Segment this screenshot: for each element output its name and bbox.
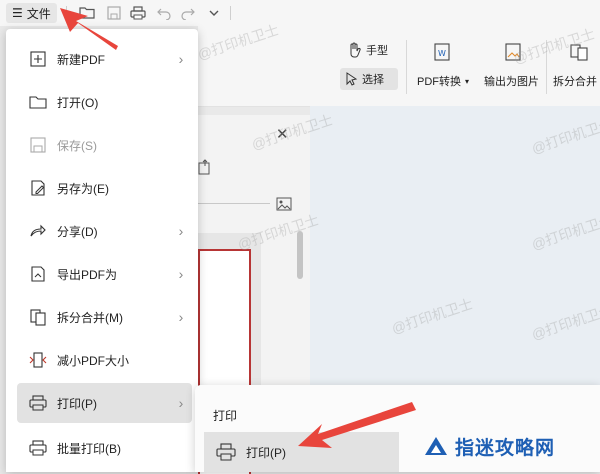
split-merge-icon <box>569 42 589 67</box>
ribbon-divider <box>546 40 547 94</box>
thumbnail-export-icon[interactable] <box>198 159 212 180</box>
export-image-label: 输出为图片 <box>484 76 539 88</box>
logo-text: 指迷攻略网 <box>455 437 556 459</box>
cursor-icon <box>346 72 358 86</box>
toolbar-divider <box>66 6 67 20</box>
menu-item-label: 分享(D) <box>57 224 98 239</box>
submenu-title: 打印 <box>213 409 238 423</box>
file-menu: 新建PDF › 打开(O) 保存(S) 另存为(E) 分享(D) › 导出PDF… <box>6 29 198 472</box>
svg-text:W: W <box>438 49 446 58</box>
folder-icon <box>27 91 49 113</box>
chevron-right-icon: › <box>178 309 184 325</box>
file-menu-label: 文件 <box>26 6 51 21</box>
menu-item-split-merge[interactable]: 拆分合并(M) › <box>17 297 192 337</box>
compress-icon <box>27 349 49 371</box>
redo-icon[interactable] <box>178 3 198 23</box>
ribbon: 手型 选择 W PDF转换 ▾ 输出为图片 拆分合并 <box>198 26 600 107</box>
submenu-item-print[interactable]: 打印(P) <box>204 432 399 472</box>
pane-divider <box>198 203 270 204</box>
menu-item-label: 导出PDF为 <box>57 267 118 282</box>
print-icon <box>216 443 236 461</box>
chevron-right-icon: › <box>178 266 184 282</box>
pdf-convert-label: PDF转换 <box>417 76 461 88</box>
toolbar-divider <box>230 6 231 20</box>
pdf-convert-icon: W <box>432 42 452 67</box>
undo-icon[interactable] <box>154 3 174 23</box>
close-icon[interactable]: ✕ <box>276 125 289 143</box>
export-image-button[interactable]: 输出为图片 <box>484 73 539 89</box>
save-icon <box>27 134 49 156</box>
share-icon <box>27 220 49 242</box>
menu-item-save[interactable]: 保存(S) <box>17 125 192 165</box>
chevron-right-icon: › <box>178 51 184 67</box>
chevron-right-icon: › <box>178 223 184 239</box>
new-pdf-icon <box>27 48 49 70</box>
menu-item-share[interactable]: 分享(D) › <box>17 211 192 251</box>
split-merge-icon <box>27 306 49 328</box>
menu-icon: ☰ <box>12 6 23 20</box>
chevron-down-icon[interactable] <box>204 3 224 23</box>
chevron-down-icon: ▾ <box>465 76 470 86</box>
chevron-right-icon: › <box>178 395 184 411</box>
submenu-item-label: 打印(P) <box>246 445 286 460</box>
export-pdf-icon <box>27 263 49 285</box>
quick-access-toolbar: ☰ 文件 <box>0 0 600 26</box>
logo-mark-icon <box>425 436 447 455</box>
menu-item-label: 批量打印(B) <box>57 441 121 456</box>
menu-item-label: 保存(S) <box>57 138 97 153</box>
hand-icon <box>350 42 361 58</box>
menu-item-new-pdf[interactable]: 新建PDF › <box>17 39 192 79</box>
menu-item-label: 减小PDF大小 <box>57 353 130 368</box>
save-icon[interactable] <box>104 3 124 23</box>
site-logo: 指迷攻略网 <box>423 433 555 460</box>
menu-item-open[interactable]: 打开(O) <box>17 82 192 122</box>
print-submenu: 打印 打印(P) 指迷攻略网 <box>195 385 600 472</box>
menu-item-label: 另存为(E) <box>57 181 109 196</box>
select-tool-label: 选择 <box>362 74 384 86</box>
split-merge-button[interactable]: 拆分合并 <box>553 73 597 89</box>
print-icon <box>27 392 49 414</box>
export-image-icon <box>503 42 523 67</box>
scrollbar-thumb[interactable] <box>297 231 303 279</box>
print-icon[interactable] <box>128 3 148 23</box>
hand-tool-button[interactable]: 手型 <box>346 42 388 58</box>
save-as-icon <box>27 177 49 199</box>
split-merge-label: 拆分合并 <box>553 76 597 88</box>
image-icon[interactable] <box>276 197 292 216</box>
file-menu-button[interactable]: ☰ 文件 <box>6 3 57 23</box>
hand-tool-label: 手型 <box>366 45 388 57</box>
pdf-convert-button[interactable]: PDF转换 ▾ <box>417 73 469 89</box>
menu-item-label: 打开(O) <box>57 95 99 110</box>
folder-open-icon[interactable] <box>77 3 97 23</box>
menu-item-label: 打印(P) <box>57 396 97 411</box>
ribbon-divider <box>406 40 407 94</box>
menu-item-label: 新建PDF <box>57 52 106 67</box>
batch-print-icon <box>27 437 49 459</box>
menu-item-export-pdf[interactable]: 导出PDF为 › <box>17 254 192 294</box>
menu-item-batch-print[interactable]: 批量打印(B) <box>17 428 192 468</box>
menu-item-print[interactable]: 打印(P) › <box>17 383 192 423</box>
menu-item-label: 拆分合并(M) <box>57 310 123 325</box>
select-tool-button[interactable]: 选择 <box>340 68 398 90</box>
menu-item-compress[interactable]: 减小PDF大小 <box>17 340 192 380</box>
menu-item-save-as[interactable]: 另存为(E) <box>17 168 192 208</box>
